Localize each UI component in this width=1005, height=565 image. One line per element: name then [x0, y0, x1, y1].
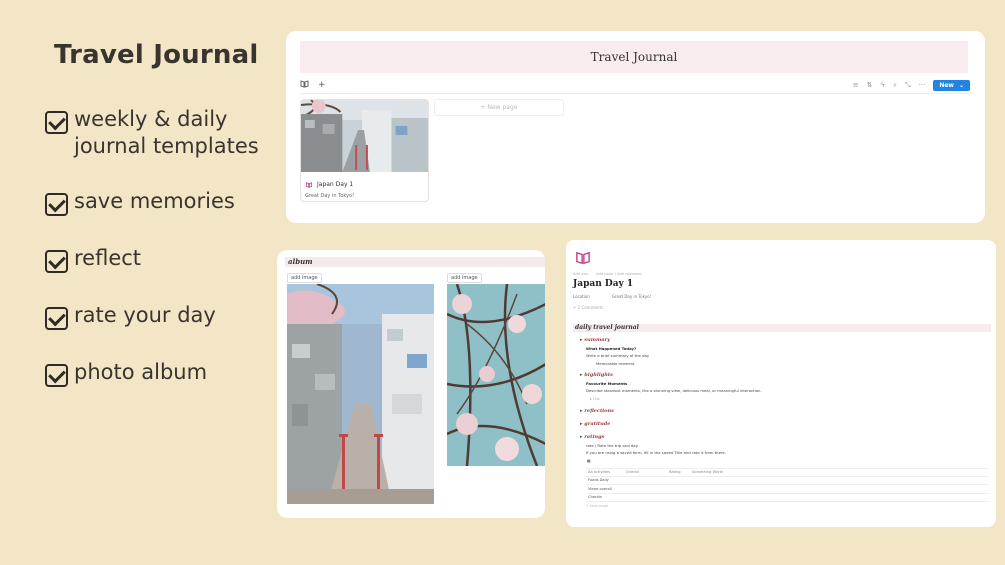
toggle-ratings[interactable]: ratings	[580, 434, 604, 440]
ratings-text: rate / Rate the trip and day.	[586, 443, 639, 448]
database-title: Travel Journal	[590, 50, 678, 64]
toggle-gratitude[interactable]: gratitude	[580, 421, 610, 427]
search-icon[interactable]: ⌕	[893, 81, 897, 90]
summary-heading: What Happened Today?	[586, 346, 637, 351]
feature-item-rate: rate your day	[45, 302, 216, 330]
new-button[interactable]: New ⌄	[933, 79, 970, 91]
gallery-cover-image	[301, 100, 428, 172]
toggle-summary[interactable]: summary	[580, 337, 610, 343]
feature-item-templates: weekly & daily journal templates	[45, 106, 259, 160]
property-name: Location	[573, 294, 590, 299]
sort-icon[interactable]: ⇅	[867, 81, 873, 89]
toggle-reflections[interactable]: reflections	[580, 408, 614, 414]
checkbox-checked-icon	[45, 307, 68, 330]
highlights-heading: Favourite Moments	[586, 381, 628, 386]
toggle-highlights[interactable]: highlights	[580, 372, 613, 378]
feature-label: rate your day	[74, 303, 216, 327]
table-row[interactable]: Foods Daily	[586, 477, 989, 485]
banner: Travel Journal	[300, 41, 968, 73]
checkbox-checked-icon	[45, 193, 68, 216]
add-icon-button[interactable]: Add icon	[573, 272, 588, 276]
more-icon[interactable]: ···	[919, 81, 926, 89]
table-row[interactable]: Views overall	[586, 485, 989, 494]
add-cover-button[interactable]: Add cover / Add comment	[596, 272, 642, 276]
divider	[300, 93, 970, 94]
book-icon[interactable]	[575, 250, 591, 269]
table-icon: ▦	[587, 458, 591, 463]
checkbox-checked-icon	[45, 111, 68, 134]
database-toolbar: + ≡ ⇅ ϟ ⌕ ⤡ ··· New ⌄	[300, 77, 970, 93]
journal-page-screenshot: Add icon Add cover / Add comment Japan D…	[566, 240, 996, 527]
property-value[interactable]: Great Day in Tokyo!	[612, 294, 651, 299]
album-screenshot: album add image add image	[277, 250, 545, 518]
book-icon[interactable]	[300, 79, 309, 91]
table-new-page[interactable]: + New page	[586, 502, 989, 511]
property-row: Location Great Day in Tokyo!	[573, 294, 651, 299]
add-image-button[interactable]: add image	[447, 273, 482, 283]
entry-subtitle: Great Day in Tokyo!	[305, 193, 355, 199]
highlights-list[interactable]: ▸ List	[590, 396, 600, 401]
album-heading: album	[285, 257, 545, 267]
ratings-text: If you are using a saved form, fill in t…	[586, 450, 726, 455]
entry-title: Japan Day 1	[317, 181, 354, 188]
comments-link[interactable]: + 2 Comments	[573, 305, 603, 310]
checkbox-checked-icon	[45, 364, 68, 387]
section-heading: daily travel journal	[573, 324, 991, 332]
feature-item-reflect: reflect	[45, 245, 141, 273]
database-screenshot: Travel Journal + ≡ ⇅ ϟ ⌕ ⤡ ··· New ⌄ Jap…	[286, 31, 985, 223]
feature-label: save memories	[74, 189, 235, 213]
add-image-button[interactable]: add image	[287, 273, 322, 283]
filter-icon[interactable]: ≡	[853, 81, 859, 89]
feature-label: weekly & daily	[74, 107, 228, 131]
add-view-button[interactable]: +	[318, 80, 326, 90]
feature-label: reflect	[74, 246, 142, 270]
feature-label: photo album	[74, 360, 208, 384]
chevron-down-icon[interactable]: ⌄	[959, 82, 964, 89]
expand-icon[interactable]: ⤡	[905, 81, 911, 90]
checkbox-checked-icon	[45, 250, 68, 273]
street-photo	[287, 284, 434, 504]
book-icon	[306, 181, 312, 188]
new-page-button[interactable]: + New page	[434, 99, 564, 116]
highlights-text: Describe standout moments, like a stunni…	[586, 388, 762, 393]
gallery-card[interactable]: Japan Day 1 Great Day in Tokyo!	[300, 99, 429, 202]
page-title: Travel Journal	[54, 40, 259, 70]
summary-bullet: Memorable moment	[596, 361, 635, 366]
feature-label: journal templates	[74, 134, 259, 158]
summary-text: Write a brief summary of the day	[586, 353, 650, 358]
feature-item-album: photo album	[45, 359, 207, 387]
cherry-blossom-photo	[447, 284, 545, 466]
table-row[interactable]: Checkin	[586, 494, 989, 502]
page-title[interactable]: Japan Day 1	[573, 279, 633, 289]
feature-item-memories: save memories	[45, 188, 235, 216]
table-header: Aa activities Overall Rating Something W…	[586, 468, 989, 477]
ratings-table: Aa activities Overall Rating Something W…	[586, 468, 989, 511]
automation-icon[interactable]: ϟ	[880, 81, 885, 89]
